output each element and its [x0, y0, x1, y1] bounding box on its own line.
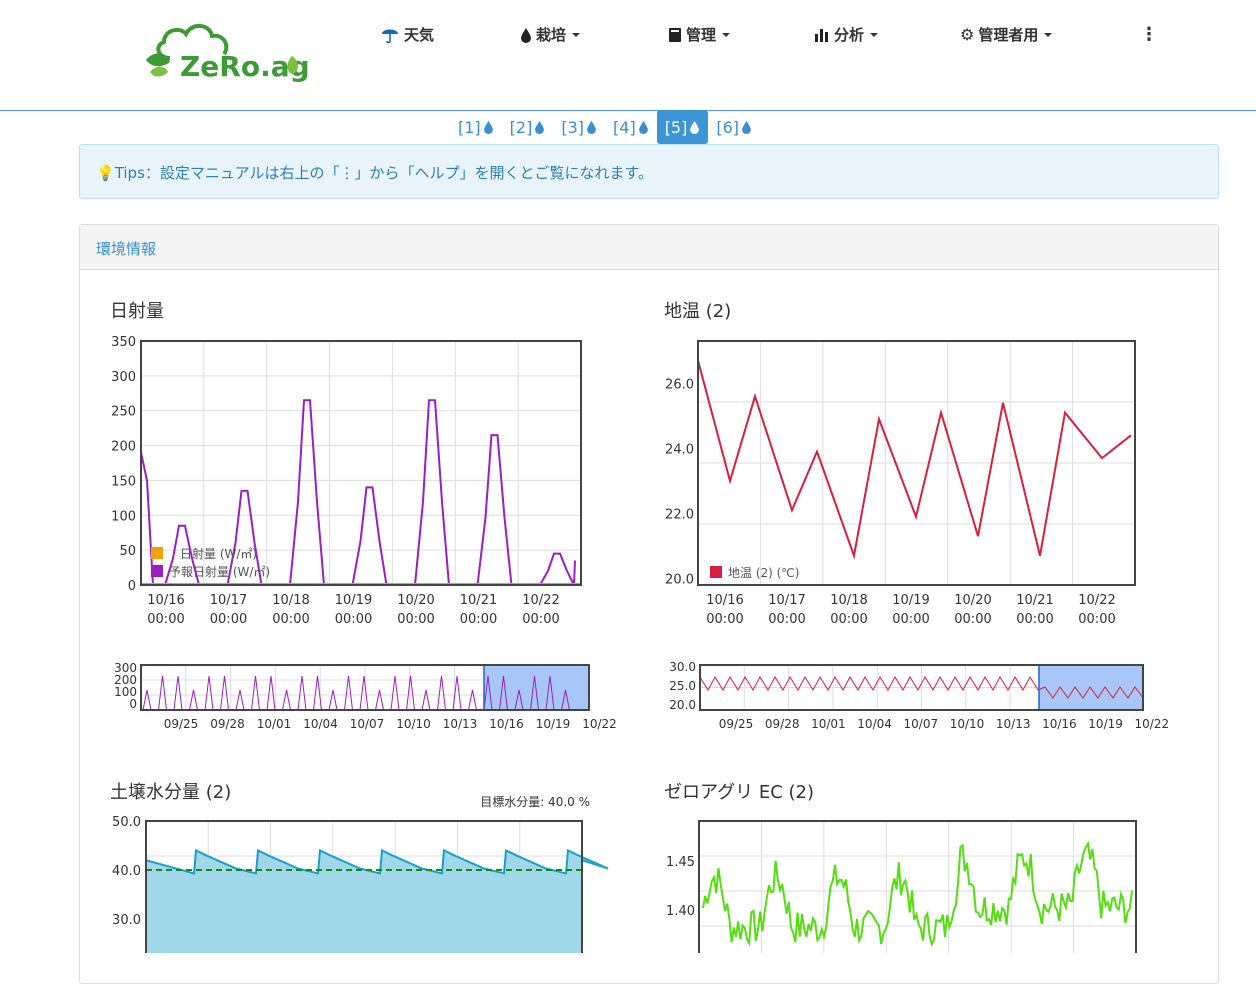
- nav-cultivation[interactable]: 栽培: [520, 24, 581, 45]
- droplet-icon: [521, 27, 531, 43]
- chart-title-solar: 日射量: [110, 301, 164, 322]
- nav-weather[interactable]: 天気: [380, 24, 434, 45]
- nav-management-label: 管理: [686, 26, 717, 44]
- bar-chart-icon: [815, 28, 828, 42]
- zero-agri-logo[interactable]: ZeRo.agri: [140, 18, 333, 86]
- chart-title-ec: ゼロアグリ EC (2): [664, 782, 814, 803]
- page-button-1[interactable]: [1]: [450, 110, 502, 144]
- droplet-icon: [535, 120, 545, 134]
- page-label: [1]: [458, 117, 481, 137]
- page-label: [4]: [613, 117, 636, 137]
- tips-alert: 💡Tips：設定マニュアルは右上の「⋮」から「ヘルプ」を開くとご覧になれます。: [79, 144, 1219, 199]
- book-icon: [669, 27, 681, 42]
- navbar: ZeRo.agri 天気 栽培 管理 分析: [0, 0, 1256, 111]
- nav-admin-label: 管理者用: [978, 26, 1039, 44]
- chevron-down-icon: [870, 32, 879, 37]
- page-button-3[interactable]: [3]: [553, 110, 605, 144]
- panel-title: 環境情報: [80, 225, 1218, 270]
- nav-admin[interactable]: ⚙ 管理者用: [960, 24, 1053, 45]
- house-pager: [1] [2] [3] [4] [5] [6]: [450, 110, 760, 144]
- droplet-icon: [587, 120, 596, 134]
- chevron-down-icon: [1044, 32, 1053, 37]
- umbrella-icon: [382, 29, 398, 43]
- page-label: [2]: [509, 117, 533, 137]
- nav-cultivation-label: 栽培: [536, 26, 567, 44]
- nav-weather-label: 天気: [404, 26, 435, 44]
- droplet-icon: [483, 120, 493, 134]
- chart-title-soil-temp: 地温 (2): [664, 301, 732, 322]
- tips-text: Tips：設定マニュアルは右上の「⋮」から「ヘルプ」を開くとご覧になれます。: [114, 164, 653, 182]
- chevron-down-icon: [572, 32, 581, 37]
- kebab-menu-icon[interactable]: ⋮: [1140, 24, 1158, 45]
- nav-management[interactable]: 管理: [668, 24, 731, 45]
- droplet-icon: [638, 120, 648, 134]
- page-button-6[interactable]: [6]: [708, 110, 760, 144]
- page-button-5[interactable]: [5]: [656, 110, 709, 144]
- chevron-down-icon: [722, 32, 731, 37]
- nav-analysis-label: 分析: [834, 26, 865, 44]
- page-label: [5]: [664, 117, 688, 137]
- lightbulb-icon: 💡: [96, 164, 115, 182]
- nav-analysis[interactable]: 分析: [814, 24, 879, 45]
- chart-title-soil-moisture: 土壌水分量 (2): [110, 782, 232, 803]
- environment-panel: 環境情報: [79, 224, 1219, 984]
- page-button-2[interactable]: [2]: [502, 110, 554, 144]
- page-label: [3]: [561, 117, 585, 137]
- page-label: [6]: [716, 117, 740, 137]
- droplet-icon: [742, 120, 751, 134]
- droplet-icon: [690, 120, 700, 134]
- page-button-4[interactable]: [4]: [605, 110, 657, 144]
- gear-icon: ⚙: [960, 25, 975, 44]
